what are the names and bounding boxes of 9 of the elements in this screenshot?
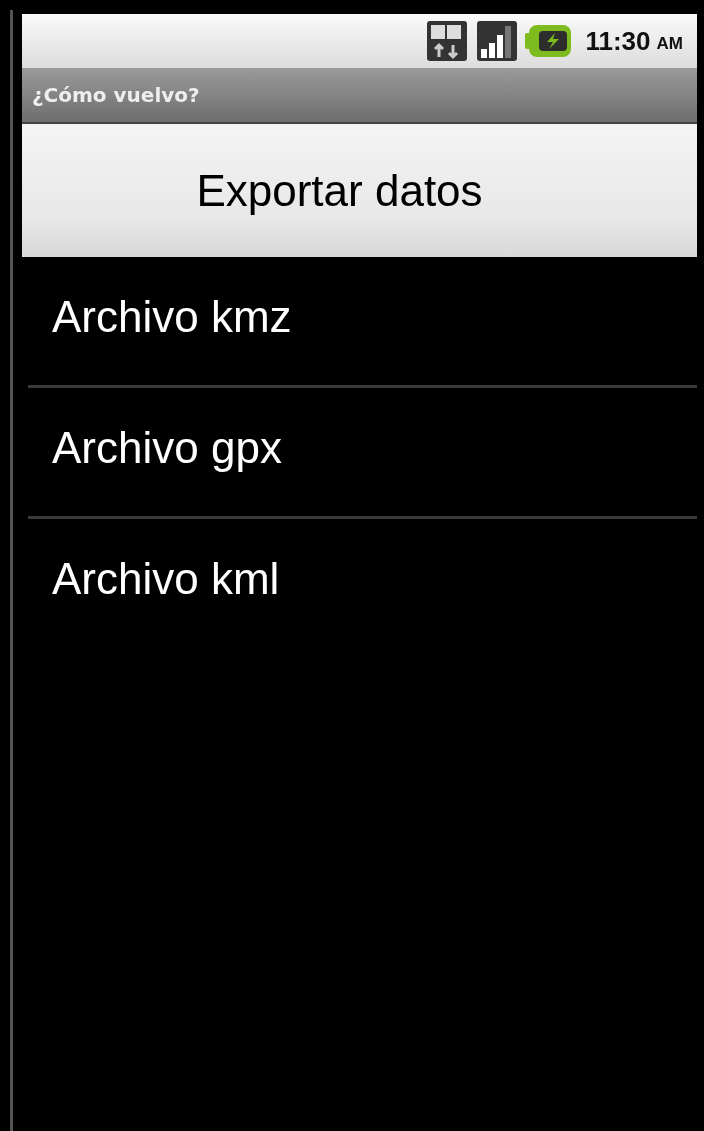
list-item[interactable]: Archivo gpx: [22, 388, 697, 516]
list-item[interactable]: Archivo kml: [22, 519, 697, 647]
header-title: Exportar datos: [196, 165, 483, 216]
list-item[interactable]: Archivo kmz: [22, 257, 697, 385]
battery-icon: [525, 23, 574, 59]
clock: 11:30: [585, 25, 651, 57]
window-title: ¿Cómo vuelvo?: [32, 83, 200, 107]
clock-period: AM: [656, 34, 683, 54]
signal-icon: [475, 19, 520, 63]
